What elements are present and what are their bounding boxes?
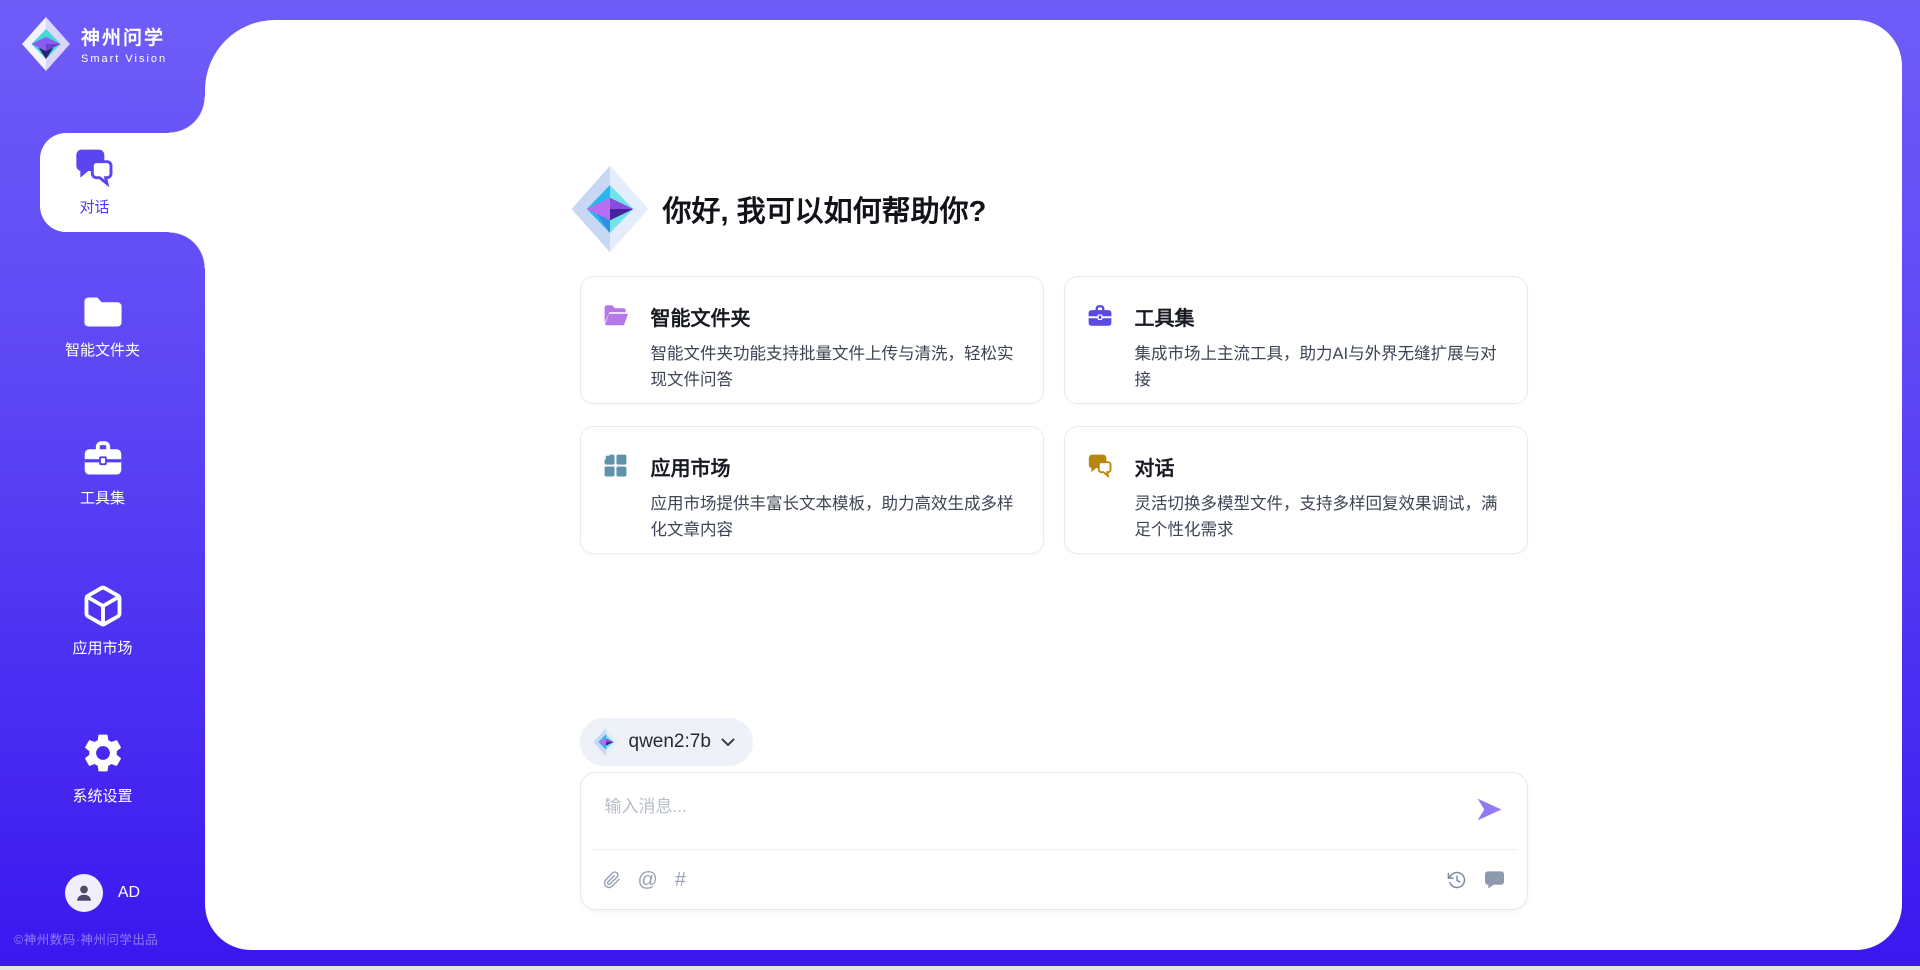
sidebar-item-app-market[interactable]: 应用市场 — [0, 584, 205, 658]
toolbox-icon — [1087, 303, 1113, 333]
card-app-market[interactable]: 应用市场 应用市场提供丰富长文本模板，助力高效生成多样化文章内容 — [580, 426, 1044, 554]
message-composer: @ # — [580, 772, 1528, 910]
chevron-down-icon — [721, 738, 735, 747]
sidebar-item-label: 应用市场 — [72, 637, 132, 658]
card-title: 智能文件夹 — [651, 302, 1025, 331]
message-input[interactable] — [581, 773, 1461, 843]
send-icon[interactable] — [1476, 796, 1503, 823]
mention-icon[interactable]: @ — [638, 870, 658, 890]
card-description: 灵活切换多模型文件，支持多样回复效果调试，满足个性化需求 — [1135, 492, 1509, 543]
feedback-icon[interactable] — [1484, 870, 1505, 889]
toolbox-icon — [82, 438, 124, 478]
sidebar-item-chat[interactable]: 对话 — [0, 147, 197, 217]
hashtag-icon[interactable]: # — [675, 870, 686, 890]
card-title: 应用市场 — [651, 452, 1025, 481]
card-title: 工具集 — [1135, 302, 1509, 331]
brand-diamond-icon — [20, 16, 72, 72]
card-description: 智能文件夹功能支持批量文件上传与清洗，轻松实现文件问答 — [651, 342, 1025, 393]
card-toolset[interactable]: 工具集 集成市场上主流工具，助力AI与外界无缝扩展与对接 — [1064, 276, 1528, 404]
greeting: 你好, 我可以如何帮助你? — [570, 162, 987, 256]
sidebar-item-label: 智能文件夹 — [65, 339, 140, 360]
main-panel: 你好, 我可以如何帮助你? 智能文件夹 智能文件夹功能支持批量文件上传与清洗，轻… — [205, 20, 1902, 950]
chat-icon — [73, 147, 117, 187]
sidebar-item-label: 系统设置 — [72, 785, 132, 806]
greeting-title: 你好, 我可以如何帮助你? — [663, 188, 987, 230]
paperclip-icon[interactable] — [603, 870, 621, 890]
tab-fillet-bottom — [169, 232, 205, 268]
card-description: 应用市场提供丰富长文本模板，助力高效生成多样化文章内容 — [651, 492, 1025, 543]
model-selector[interactable]: qwen2:7b — [580, 718, 753, 766]
tab-fillet-top — [169, 97, 205, 133]
card-chat[interactable]: 对话 灵活切换多模型文件，支持多样回复效果调试，满足个性化需求 — [1064, 426, 1528, 554]
sidebar-item-label: 工具集 — [80, 487, 125, 508]
card-description: 集成市场上主流工具，助力AI与外界无缝扩展与对接 — [1135, 342, 1509, 393]
composer-toolbar: @ # — [603, 850, 1505, 909]
folder-open-icon — [603, 303, 629, 332]
brand-subtitle: Smart Vision — [81, 53, 167, 65]
app-logo[interactable]: 神州问学 Smart Vision — [20, 16, 167, 72]
card-smart-folder[interactable]: 智能文件夹 智能文件夹功能支持批量文件上传与清洗，轻松实现文件问答 — [580, 276, 1044, 404]
sidebar-item-settings[interactable]: 系统设置 — [0, 730, 205, 806]
window-bottom-edge — [0, 966, 1920, 970]
user-account[interactable]: AD — [0, 874, 205, 912]
gear-icon — [80, 730, 126, 776]
brand-name: 神州问学 — [81, 23, 167, 50]
card-title: 对话 — [1135, 452, 1509, 481]
user-initials: AD — [118, 884, 140, 902]
history-icon[interactable] — [1447, 870, 1467, 890]
feature-cards: 智能文件夹 智能文件夹功能支持批量文件上传与清洗，轻松实现文件问答 工具集 集成… — [580, 276, 1528, 554]
chat-icon — [1087, 453, 1114, 483]
grid-icon — [603, 453, 628, 483]
greeting-diamond-icon — [570, 162, 650, 256]
sidebar-item-toolset[interactable]: 工具集 — [0, 438, 205, 508]
diamond-logo-icon — [593, 727, 619, 757]
sidebar-item-smart-folder[interactable]: 智能文件夹 — [0, 294, 205, 360]
cube-icon — [81, 584, 125, 628]
model-name: qwen2:7b — [629, 731, 711, 753]
copyright-text: ©神州数码·神州问学出品 — [14, 929, 158, 948]
folder-icon — [82, 294, 124, 330]
avatar — [65, 874, 103, 912]
sidebar-item-label: 对话 — [79, 196, 109, 217]
